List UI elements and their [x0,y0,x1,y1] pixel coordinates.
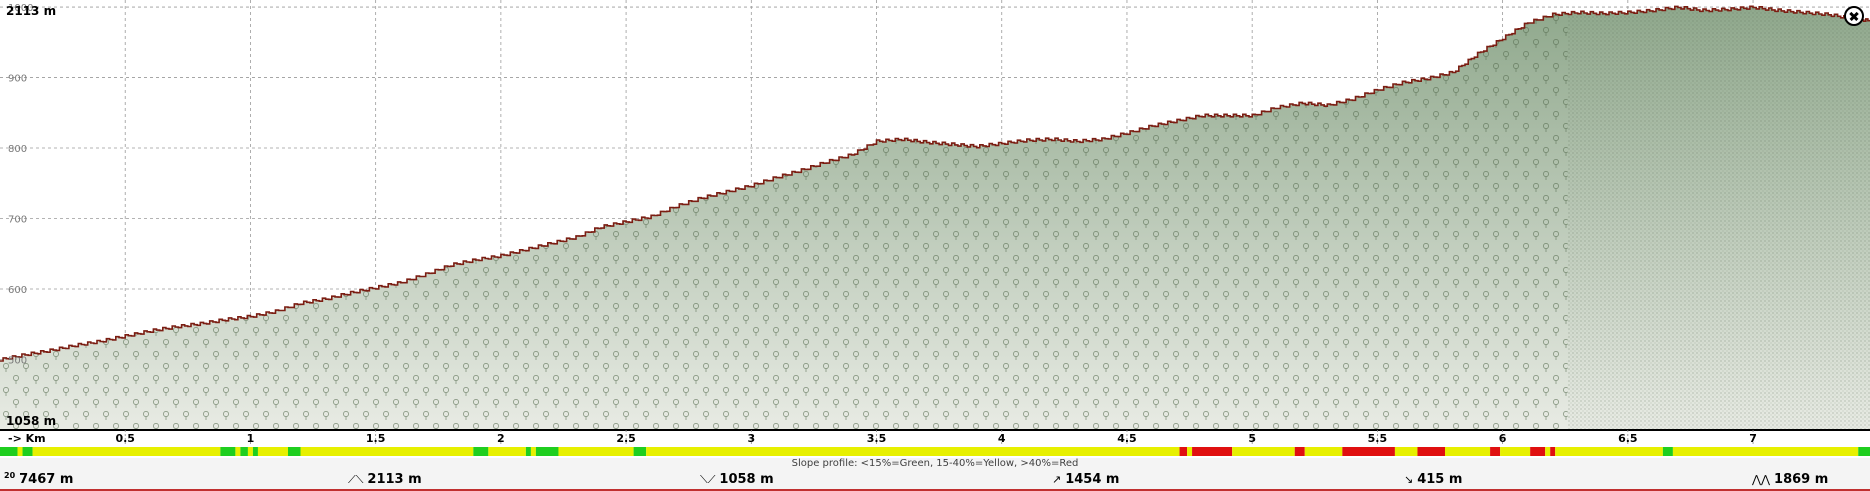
slope-segment-yellow [1545,447,1551,456]
slope-segment-yellow [646,447,1180,456]
x-tick-label: 7 [1749,432,1757,445]
elevation-profile-chart: 1000900800700600500 0.5 1 1.5 2 2.5 3 3.5 4 4.5 5… [0,0,1870,491]
distance-icon: 20 [4,471,16,480]
x-axis-ticks: 0.5 1 1.5 2 2.5 3 3.5 4 4.5 5 5.5 6 6.5 7 [115,430,1757,445]
end-peak-icon: ⋀⋀ [1752,473,1771,486]
descent-icon: ↘ [1404,473,1414,486]
slope-segment-yellow [235,447,241,456]
stat-max-elevation: ⟋⟍ 2113 m [348,472,422,487]
slope-segment-yellow [32,447,221,456]
max-elevation-value: 2113 m [367,472,422,487]
y-tick-label: 900 [8,74,27,85]
slope-segment-green [0,447,18,456]
slope-segment-yellow [530,447,536,456]
stat-ascent: ↗ 1454 m [1052,472,1119,487]
slope-segment-red [1417,447,1446,456]
min-elevation-value: 1058 m [719,472,774,487]
stats-background [0,458,1870,489]
x-tick-label: 6 [1499,432,1507,445]
slope-segment-yellow [1445,447,1491,456]
stat-distance: 20 7467 m [4,471,74,487]
stat-descent: ↘ 415 m [1404,472,1462,487]
slope-segment-yellow [257,447,289,456]
y-tick-label: 800 [8,144,27,155]
slope-segment-red [1294,447,1305,456]
peak-up-icon: ⟋⟍ [348,472,364,486]
y-axis-ticks: 1000900800700600500 [8,3,33,366]
slope-segment-yellow [558,447,634,456]
x-tick-label: 4 [998,432,1006,445]
y-tick-label: 500 [8,356,27,367]
x-tick-label: 5.5 [1368,432,1388,445]
stat-min-elevation: ⟍⟋ 1058 m [700,472,774,487]
ascent-value: 1454 m [1065,472,1120,487]
x-axis-label: -> Km [8,432,46,445]
slope-segment-red [1530,447,1546,456]
slope-segment-green [252,447,258,456]
slope-segment-green [1858,447,1870,456]
close-button[interactable] [1844,6,1864,26]
slope-segment-green [473,447,489,456]
stat-end-elevation: ⋀⋀ 1869 m [1752,472,1828,487]
slope-segment-yellow [247,447,253,456]
end-elevation-value: 1869 m [1774,472,1829,487]
ascent-icon: ↗ [1052,473,1062,486]
slope-segment-red [1550,447,1556,456]
x-tick-label: 6.5 [1618,432,1638,445]
x-tick-label: 3 [747,432,755,445]
slope-segment-yellow [300,447,474,456]
slope-segment-red [1179,447,1188,456]
x-tick-label: 5 [1248,432,1256,445]
x-tick-label: 0.5 [115,432,135,445]
descent-value: 415 m [1417,472,1463,487]
slope-segment-yellow [1232,447,1295,456]
slope-segment-red [1192,447,1233,456]
bottom-elevation-label: 1058 m [6,414,57,428]
valley-down-icon: ⟍⟋ [700,472,716,486]
y-tick-label: 600 [8,285,27,296]
x-tick-label: 3.5 [867,432,887,445]
slope-segment-green [535,447,559,456]
x-tick-label: 4.5 [1117,432,1137,445]
slope-segment-green [288,447,301,456]
x-tick-label: 2.5 [616,432,636,445]
x-tick-label: 1.5 [366,432,386,445]
slope-segment-red [1342,447,1395,456]
slope-segment-yellow [1500,447,1531,456]
slope-segment-green [1662,447,1673,456]
slope-segment-green [240,447,248,456]
slope-segment-yellow [1672,447,1859,456]
slope-segment-red [1490,447,1501,456]
slope-segment-yellow [1555,447,1663,456]
slope-segment-green [633,447,647,456]
slope-segment-green [22,447,33,456]
x-tick-label: 1 [247,432,255,445]
slope-segment-yellow [1304,447,1343,456]
x-tick-label: 2 [497,432,505,445]
distance-value: 7467 m [19,472,74,487]
slope-segment-yellow [17,447,23,456]
elevation-area [0,5,1870,431]
slope-segment-yellow [488,447,526,456]
slope-segment-yellow [1187,447,1193,456]
slope-segment-green [525,447,531,456]
y-tick-label: 700 [8,215,27,226]
slope-profile-bar [0,447,1870,489]
slope-segment-yellow [1394,447,1418,456]
top-elevation-label: 2113 m [6,4,57,18]
slope-segment-green [220,447,236,456]
